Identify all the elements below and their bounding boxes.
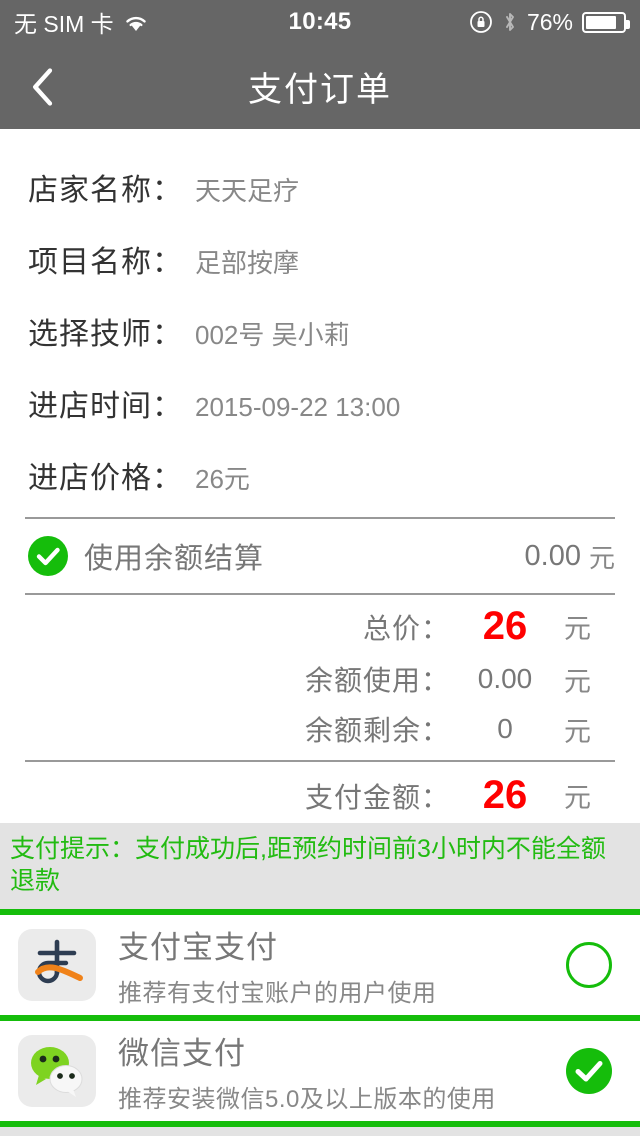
detail-label: 店家名称： <box>28 174 183 207</box>
detail-row-project: 项目名称： 足部按摩 <box>0 223 640 295</box>
detail-value: 2015-09-22 13:00 <box>195 392 401 422</box>
detail-label: 选择技师： <box>28 318 183 351</box>
detail-value: 天天足疗 <box>195 176 300 206</box>
confirm-area: 支付确认 <box>0 1127 640 1136</box>
divider-above-payable <box>25 760 615 762</box>
nav-bar: 支付订单 <box>0 44 640 129</box>
payment-method-title: 支付宝支付 <box>118 930 278 965</box>
bluetooth-icon <box>502 10 518 34</box>
summary-value: 26 <box>482 604 528 648</box>
payment-order-screen: 无 SIM 卡 10:45 76% 支付订单 店家名称： 天天足疗 项目名称： … <box>0 0 640 1136</box>
detail-row-time: 进店时间： 2015-09-22 13:00 <box>0 367 640 439</box>
use-balance-unit: 元 <box>588 542 615 573</box>
detail-value: 26元 <box>195 464 250 494</box>
payment-notice: 支付提示：支付成功后,距预约时间前3小时内不能全额退款 <box>0 823 640 909</box>
detail-value: 002号 吴小莉 <box>195 320 350 350</box>
payment-method-subtitle: 推荐有支付宝账户的用户使用 <box>118 980 437 1007</box>
status-bar: 无 SIM 卡 10:45 76% <box>0 0 640 44</box>
summary-label: 余额使用： <box>304 665 450 696</box>
status-bar-right: 76% <box>469 8 630 36</box>
summary-value: 0.00 <box>477 663 533 694</box>
carrier-label: 无 SIM 卡 <box>14 11 114 37</box>
back-chevron-icon <box>33 67 53 106</box>
summary-unit: 元 <box>564 614 591 644</box>
summary-row-payable: 支付金额： 26 元 <box>0 768 640 823</box>
check-icon <box>575 1061 603 1082</box>
payment-method-alipay[interactable]: 支付宝支付 推荐有支付宝账户的用户使用 <box>0 915 640 1015</box>
detail-row-technician: 选择技师： 002号 吴小莉 <box>0 295 640 367</box>
detail-row-merchant: 店家名称： 天天足疗 <box>0 151 640 223</box>
summary-value: 0 <box>497 713 513 744</box>
price-summary: 总价： 26 元 余额使用： 0.00 元 余额剩余： 0 元 支付金额： 26… <box>0 595 640 823</box>
rotation-lock-icon <box>469 10 493 34</box>
detail-value: 足部按摩 <box>195 248 300 278</box>
summary-row-balance-used: 余额使用： 0.00 元 <box>0 654 640 704</box>
summary-label: 余额剩余： <box>304 715 450 746</box>
wifi-icon <box>123 12 149 32</box>
summary-value: 26 <box>482 773 528 817</box>
radio-alipay[interactable] <box>566 942 612 988</box>
check-circle-icon[interactable] <box>28 536 68 576</box>
detail-label: 进店价格： <box>28 462 183 495</box>
detail-row-price: 进店价格： 26元 <box>0 439 640 511</box>
back-button[interactable] <box>20 64 66 110</box>
detail-label: 项目名称： <box>28 246 183 279</box>
summary-unit: 元 <box>564 666 591 697</box>
alipay-icon <box>18 929 96 1001</box>
payment-method-text: 支付宝支付 推荐有支付宝账户的用户使用 <box>118 922 437 1008</box>
detail-label: 进店时间： <box>28 390 183 423</box>
status-bar-left: 无 SIM 卡 <box>14 5 149 39</box>
use-balance-row[interactable]: 使用余额结算 0.00 元 <box>0 519 640 593</box>
payment-method-wechat[interactable]: 微信支付 推荐安装微信5.0及以上版本的使用 <box>0 1021 640 1121</box>
order-details: 店家名称： 天天足疗 项目名称： 足部按摩 选择技师： 002号 吴小莉 进店时… <box>0 129 640 517</box>
payment-method-subtitle: 推荐安装微信5.0及以上版本的使用 <box>118 1086 496 1113</box>
radio-wechat[interactable] <box>566 1048 612 1094</box>
summary-unit: 元 <box>564 783 591 813</box>
wechat-icon <box>18 1035 96 1107</box>
summary-label: 总价： <box>362 612 450 644</box>
use-balance-value: 0.00 <box>524 539 581 572</box>
payment-method-text: 微信支付 推荐安装微信5.0及以上版本的使用 <box>118 1028 496 1114</box>
summary-unit: 元 <box>564 716 591 747</box>
payment-method-title: 微信支付 <box>118 1036 246 1071</box>
summary-label: 支付金额： <box>304 781 450 813</box>
summary-row-total: 总价： 26 元 <box>0 599 640 654</box>
battery-percent-label: 76% <box>526 8 573 35</box>
use-balance-label: 使用余额结算 <box>84 543 265 575</box>
battery-icon <box>582 11 630 33</box>
page-title: 支付订单 <box>248 71 392 109</box>
summary-row-balance-remaining: 余额剩余： 0 元 <box>0 704 640 754</box>
